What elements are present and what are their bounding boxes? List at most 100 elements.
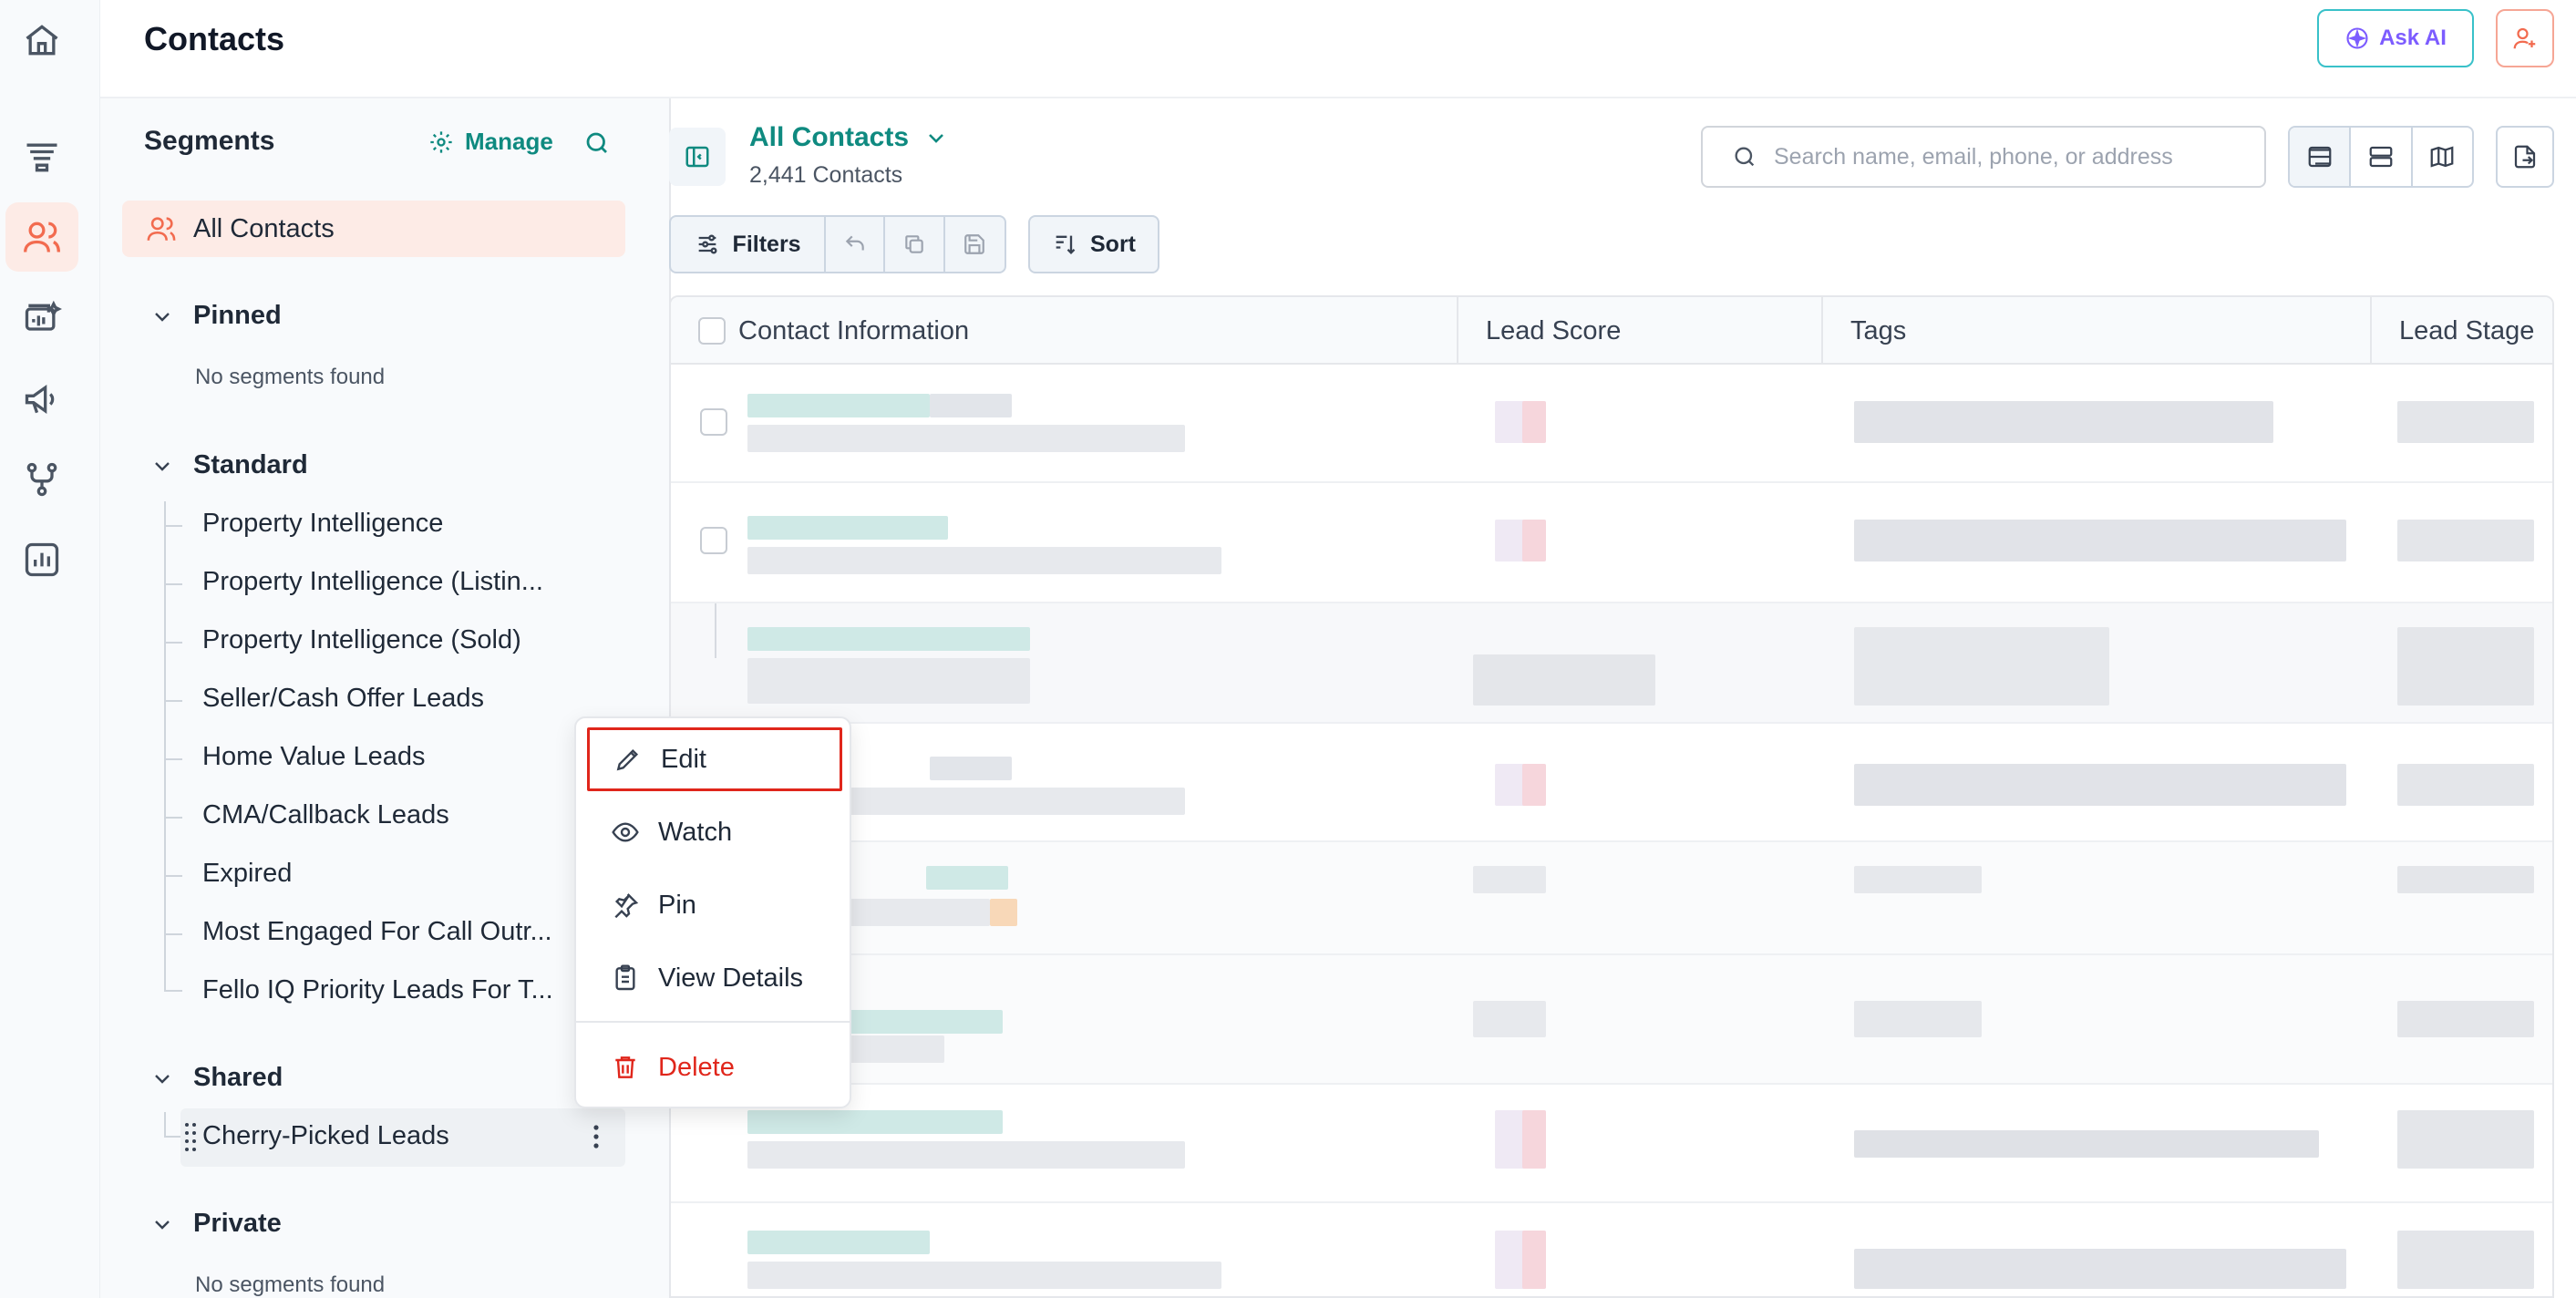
menu-item-delete[interactable]: Delete: [587, 1035, 842, 1099]
menu-item-view-details[interactable]: View Details: [587, 946, 842, 1010]
sliders-icon: [698, 234, 717, 254]
segments-title: Segments: [144, 126, 275, 156]
segment-item[interactable]: Seller/Cash Offer Leads: [202, 684, 484, 714]
segment-item[interactable]: Most Engaged For Call Outr...: [202, 917, 552, 947]
search-input[interactable]: [1774, 143, 2248, 170]
export-icon: [2514, 145, 2536, 169]
chevron-down-icon: [155, 1220, 170, 1230]
export-button[interactable]: [2496, 126, 2554, 188]
home-icon[interactable]: [5, 5, 78, 75]
redacted-stage: [2397, 866, 2534, 893]
contacts-table: Contact Information Lead Score Tags Lead…: [669, 295, 2554, 1298]
segment-item[interactable]: Property Intelligence: [202, 509, 443, 539]
menu-item-pin[interactable]: Pin: [587, 873, 842, 937]
segment-item[interactable]: Property Intelligence (Listin...: [202, 567, 543, 597]
campaigns-icon[interactable]: [5, 365, 78, 434]
view-title: All Contacts: [749, 122, 910, 152]
conversations-icon[interactable]: [5, 284, 78, 354]
view-map-button[interactable]: [2413, 128, 2472, 186]
menu-divider: [576, 1021, 850, 1023]
funnel-icon[interactable]: [5, 122, 78, 191]
tree-branch: [164, 1136, 182, 1138]
redacted-score: [1522, 1231, 1546, 1289]
save-view-button[interactable]: [945, 217, 1005, 272]
contact-search-field[interactable]: [1701, 126, 2266, 188]
workflows-icon[interactable]: [5, 445, 78, 514]
table-row[interactable]: [671, 483, 2552, 603]
sort-button[interactable]: Sort: [1028, 215, 1159, 273]
column-lead-stage[interactable]: Lead Stage: [2372, 297, 2552, 365]
tree-branch: [164, 700, 182, 702]
filters-button[interactable]: Filters: [671, 217, 827, 272]
row-checkbox[interactable]: [700, 527, 727, 554]
view-list-button[interactable]: [2351, 128, 2413, 186]
tree-branch: [164, 817, 182, 819]
column-lead-score[interactable]: Lead Score: [1458, 297, 1823, 365]
redacted-stage: [2397, 627, 2534, 706]
table-row[interactable]: [671, 1203, 2552, 1296]
save-icon: [964, 234, 985, 254]
segment-item[interactable]: Expired: [202, 859, 292, 889]
view-selector[interactable]: All Contacts: [749, 122, 947, 153]
redacted-score: [1473, 866, 1546, 893]
manage-segments-button[interactable]: Manage: [428, 128, 553, 156]
table-row[interactable]: [671, 724, 2552, 842]
menu-item-watch[interactable]: Watch: [587, 800, 842, 864]
group-private[interactable]: Private: [151, 1209, 282, 1239]
segment-item[interactable]: Property Intelligence (Sold): [202, 625, 521, 655]
tree-line: [164, 501, 166, 992]
column-contact-information[interactable]: Contact Information: [671, 297, 1458, 365]
view-table-button[interactable]: [2290, 128, 2352, 186]
list-view-icon: [2369, 146, 2393, 168]
filters-toolbar: Filters: [669, 215, 1006, 273]
private-empty-text: No segments found: [195, 1272, 386, 1297]
column-tags[interactable]: Tags: [1823, 297, 2372, 365]
duplicate-button[interactable]: [885, 217, 945, 272]
redacted-details: [844, 899, 990, 926]
reports-icon[interactable]: [5, 525, 78, 594]
users-icon: [147, 217, 176, 241]
add-contact-button[interactable]: [2496, 9, 2554, 67]
table-row[interactable]: [671, 955, 2552, 1085]
group-private-label: Private: [193, 1209, 282, 1238]
select-all-checkbox[interactable]: [698, 317, 726, 345]
redacted-tags: [1854, 866, 1982, 893]
sidebar-collapse-icon: [685, 146, 709, 168]
segment-item[interactable]: Home Value Leads: [202, 742, 426, 772]
tree-branch: [164, 933, 182, 935]
redacted-stage: [2397, 1001, 2534, 1037]
menu-item-edit[interactable]: Edit: [587, 727, 842, 791]
clipboard-icon: [615, 964, 635, 991]
table-row[interactable]: [671, 365, 2552, 483]
redacted-stage: [2397, 401, 2534, 443]
group-pinned[interactable]: Pinned: [151, 301, 282, 331]
row-checkbox[interactable]: [700, 408, 727, 436]
redacted-name: [747, 1231, 930, 1254]
redacted-tags: [1854, 1130, 2319, 1158]
table-row[interactable]: [671, 842, 2552, 955]
segment-item[interactable]: Cherry-Picked Leads: [202, 1121, 449, 1151]
nav-rail: [0, 0, 100, 1298]
chevron-down-icon: [155, 312, 170, 322]
ask-ai-label: Ask AI: [2379, 26, 2447, 50]
more-options-button[interactable]: [569, 1110, 623, 1163]
segment-all-contacts[interactable]: All Contacts: [122, 201, 625, 257]
segment-item[interactable]: CMA/Callback Leads: [202, 800, 449, 830]
group-standard[interactable]: Standard: [151, 450, 308, 480]
segment-item[interactable]: Fello IQ Priority Leads For T...: [202, 975, 553, 1005]
group-shared-label: Shared: [193, 1063, 283, 1092]
redacted-tags: [1854, 764, 2346, 806]
collapse-sidebar-button[interactable]: [669, 128, 726, 186]
eye-icon: [612, 822, 639, 842]
drag-handle-icon[interactable]: [184, 1121, 197, 1154]
tree-branch: [164, 525, 182, 527]
table-row[interactable]: [671, 603, 2552, 724]
ask-ai-button[interactable]: Ask AI: [2317, 9, 2474, 67]
undo-button[interactable]: [826, 217, 886, 272]
segment-all-contacts-label: All Contacts: [193, 213, 335, 243]
contacts-icon[interactable]: [5, 202, 78, 272]
group-shared[interactable]: Shared: [151, 1063, 283, 1093]
table-row[interactable]: [671, 1085, 2552, 1203]
redacted-tags: [1854, 1249, 2346, 1289]
segment-search-icon[interactable]: [583, 129, 611, 157]
